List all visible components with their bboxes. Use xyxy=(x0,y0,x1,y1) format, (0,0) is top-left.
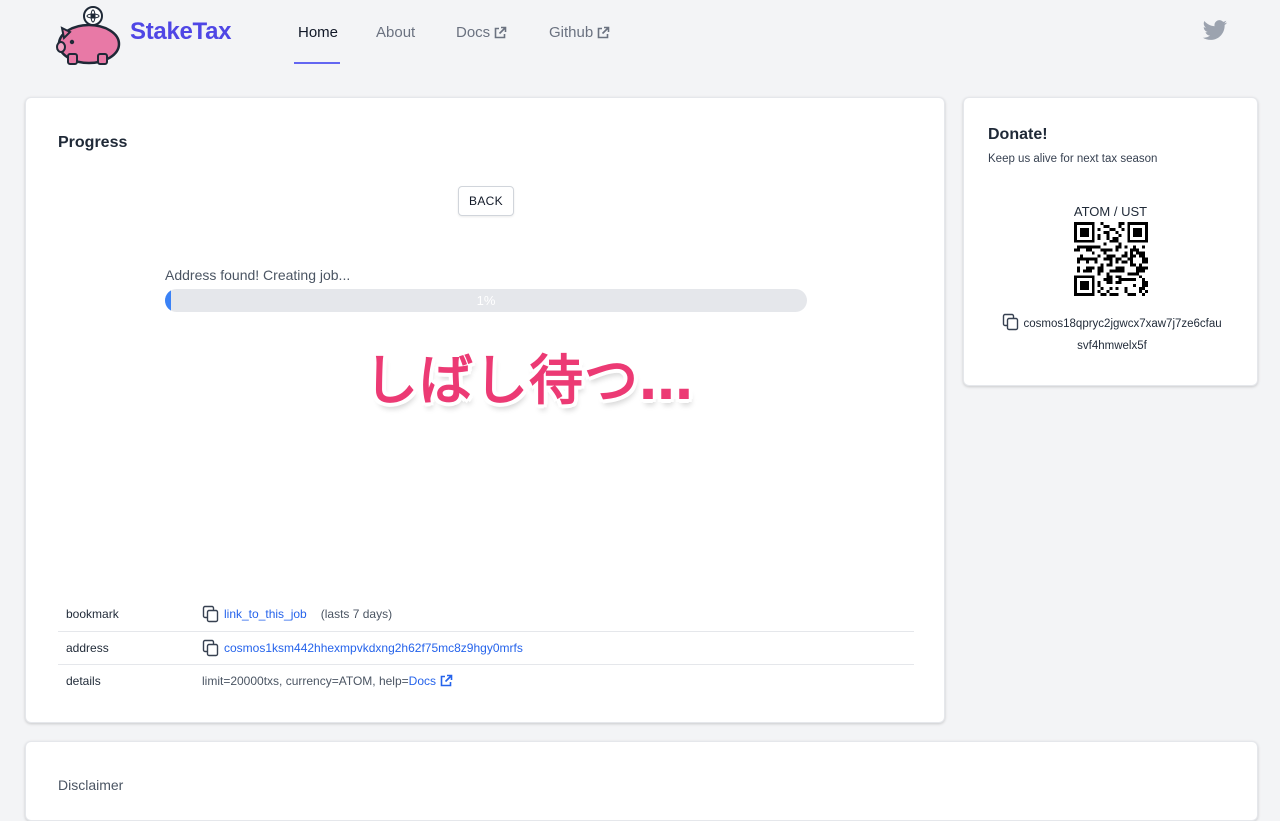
status-text: Address found! Creating job... xyxy=(165,267,351,283)
disclaimer-card: Disclaimer xyxy=(25,741,1258,821)
nav-home-label: Home xyxy=(298,24,339,41)
brand-name[interactable]: StakeTax xyxy=(130,18,232,46)
donate-address-line2[interactable]: svf4hmwelx5f xyxy=(1077,340,1147,352)
nav-github-label: Github xyxy=(549,24,594,41)
nav-github[interactable]: Github xyxy=(549,24,610,41)
active-tab-indicator xyxy=(294,62,340,64)
copy-icon[interactable] xyxy=(202,639,220,657)
back-button[interactable]: BACK xyxy=(458,186,514,216)
external-link-icon xyxy=(494,26,507,38)
bookmark-link[interactable]: link_to_this_job xyxy=(224,607,307,621)
nav-docs-label: Docs xyxy=(456,24,491,41)
bookmark-key: bookmark xyxy=(66,607,119,622)
table-row: address cosmos1ksm442hhexmpvkdxng2h62f75… xyxy=(58,630,914,664)
job-info-table: bookmark link_to_this_job (lasts 7 days)… xyxy=(58,598,914,697)
piggy-bank-logo-icon[interactable] xyxy=(56,6,124,66)
external-link-icon xyxy=(597,26,610,38)
donate-address: cosmos18qpryc2jgwcx7xaw7j7ze6cfau svf4hm… xyxy=(992,313,1232,357)
nav-docs[interactable]: Docs xyxy=(456,24,507,41)
donate-address-line1[interactable]: cosmos18qpryc2jgwcx7xaw7j7ze6cfau xyxy=(1024,318,1222,330)
progress-bar: 1% xyxy=(165,289,807,312)
address-link[interactable]: cosmos1ksm442hhexmpvkdxng2h62f75mc8z9hgy… xyxy=(224,641,523,655)
donate-card: Donate! Keep us alive for next tax seaso… xyxy=(963,97,1258,386)
details-key: details xyxy=(58,663,202,697)
details-docs-link[interactable]: Docs xyxy=(409,674,436,688)
table-row: details limit=20000txs, currency=ATOM, h… xyxy=(58,663,914,697)
address-key: address xyxy=(58,630,202,664)
copy-icon[interactable] xyxy=(1002,313,1020,331)
table-row: bookmark link_to_this_job (lasts 7 days) xyxy=(58,598,914,631)
details-text: limit=20000txs, currency=ATOM, help= xyxy=(202,673,409,688)
bookmark-note: (lasts 7 days) xyxy=(320,607,393,622)
progress-card: Progress BACK Address found! Creating jo… xyxy=(25,97,945,723)
donate-title: Donate! xyxy=(988,126,1048,143)
top-nav: StakeTax Home About Docs Github xyxy=(0,0,1280,66)
nav-home[interactable]: Home xyxy=(298,24,338,41)
qr-code-icon xyxy=(1074,222,1148,296)
copy-icon[interactable] xyxy=(202,605,220,623)
progress-title: Progress xyxy=(58,134,128,151)
nav-about[interactable]: About xyxy=(376,24,415,41)
external-link-icon[interactable] xyxy=(439,674,453,688)
progress-percent-label: 1% xyxy=(476,293,496,308)
donate-subtitle: Keep us alive for next tax season xyxy=(988,153,1158,165)
twitter-icon[interactable] xyxy=(1202,20,1228,42)
waiting-overlay-caption: しばし待つ… xyxy=(364,349,694,412)
disclaimer-title: Disclaimer xyxy=(58,777,124,793)
nav-about-label: About xyxy=(376,24,416,41)
donate-currency-label: ATOM / UST xyxy=(1073,204,1148,219)
